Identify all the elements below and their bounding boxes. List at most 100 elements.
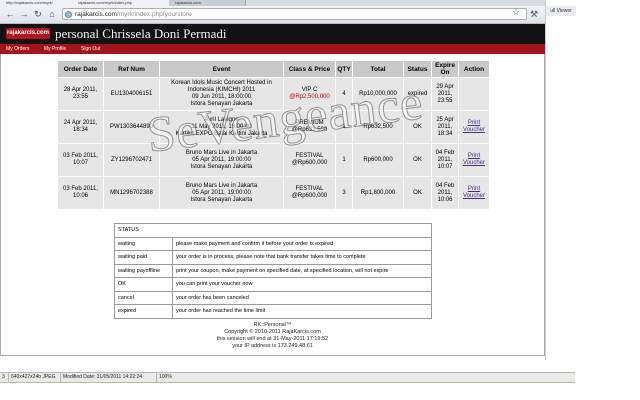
col-class-price: Class & Price	[283, 60, 336, 78]
status-legend-title: STATUS	[113, 223, 433, 238]
total: Rp1,800,000	[352, 176, 404, 210]
expire-on: 04 Feb 2011, 10:06	[431, 176, 459, 210]
status-name: cancel	[114, 290, 173, 305]
ticket-class: PREMIUM	[295, 120, 324, 126]
total: Rp10,000,000	[352, 77, 404, 111]
url-host: rajakarcis.com	[75, 11, 117, 18]
status-image-info: 640x427x24b JPEG	[8, 373, 55, 382]
status-description: you can print your voucher now	[171, 277, 433, 292]
wrench-icon[interactable]: ⚒	[530, 8, 538, 20]
footer-copyright: Copyright © 2010-2011 RajaKarcis.com	[224, 329, 321, 335]
class-price-cell: FESTIVAL @Rp600,000	[283, 176, 336, 210]
list-item: expired your order has reached the time …	[114, 304, 433, 319]
table-row: 24 Apr 2011, 18:34 PW1303644890 Avril La…	[57, 110, 490, 144]
menu-sign-out[interactable]: Sign Out	[81, 44, 100, 54]
qty: 3	[335, 176, 353, 210]
viewer-side-label[interactable]: ull Viewer	[546, 6, 576, 16]
status-description: your order has been canceled	[171, 290, 433, 305]
qty: 1	[335, 143, 353, 177]
event-venue: Istora Senayan Jakarta	[190, 101, 253, 107]
status-modified-date: Modified Date: 31/05/2011 14:22:24	[60, 373, 142, 382]
viewer-status-bar: 3 640x427x24b JPEG Modified Date: 31/05/…	[0, 372, 575, 383]
site-menu: My Orders My Profile Sign Out	[0, 44, 545, 54]
col-expire-on: Expire On	[431, 60, 459, 78]
forward-arrow-icon[interactable]: →	[18, 8, 30, 20]
class-price-cell: FESTIVAL @Rp600,000	[283, 143, 336, 177]
event-cell: Bruno Mars Live in Jakarta 05 Apr 2011, …	[159, 143, 284, 177]
table-row: 28 Apr 2011, 23:55 EU1304006151 Korean I…	[57, 77, 490, 111]
event-cell: Bruno Mars Live in Jakarta 05 Apr 2011, …	[159, 176, 284, 210]
ref-num: ZY1296702471	[103, 143, 160, 177]
class-price-cell: PREMIUM @Rp632,500	[283, 110, 336, 144]
print-voucher-link[interactable]: Print Voucher	[463, 120, 485, 133]
status-description: print your coupon, make payment on speci…	[171, 263, 433, 278]
home-icon[interactable]: ⌂	[46, 8, 58, 20]
total: Rp600,000	[352, 143, 404, 177]
action-cell: Print Voucher	[458, 143, 490, 177]
expire-on: 04 Feb 2011, 10:07	[431, 143, 459, 177]
list-item: waiting paid your order is in process, p…	[114, 250, 433, 265]
status-legend-table: STATUS waiting please make payment and c…	[113, 223, 433, 319]
status-badge: OK	[403, 176, 432, 210]
status-description: please make payment and confirm it befor…	[171, 236, 433, 251]
status-badge: OK	[403, 143, 432, 177]
ticket-price: @Rp600,000	[291, 193, 328, 199]
ref-num: MN1296702388	[103, 176, 160, 210]
menu-my-orders[interactable]: My Orders	[6, 44, 29, 54]
bookmark-star-icon[interactable]: ☆	[512, 6, 520, 18]
print-voucher-link[interactable]: Print Voucher	[463, 153, 485, 166]
col-action: Action	[458, 60, 490, 78]
page-title: personal Chrissela Doni Permadi	[55, 26, 227, 41]
footer-brand: RK::Personal™	[253, 322, 292, 328]
event-name: Bruno Mars Live in Jakarta	[185, 182, 258, 189]
event-cell: Korean Idols Music Concert Hosted in Ind…	[159, 77, 284, 111]
action-cell: Print Voucher	[458, 110, 490, 144]
order-date: 03 Feb 2011, 10:07	[57, 143, 104, 177]
status-badge: OK	[403, 110, 432, 144]
status-badge: expired	[403, 77, 432, 111]
class-price-cell: VIP C @Rp2,500,000	[283, 77, 336, 111]
col-order-date: Order Date	[57, 60, 104, 78]
ref-num: EU1304006151	[103, 77, 160, 111]
browser-toolbar: ← → ↻ ⌂ rajakarcis.com/myrk/index.php/yo…	[0, 6, 545, 24]
col-total: Total	[352, 60, 404, 78]
address-bar[interactable]: rajakarcis.com/myrk/index.php/yourstore	[62, 8, 527, 20]
expire-on: 29 Apr 2011, 23:55	[431, 77, 459, 111]
event-date: 05 Apr 2011, 19:00:00	[192, 156, 251, 163]
event-date: 09 Jun 2011, 18:00:00	[191, 94, 252, 100]
event-name-2: Indonesia (KIMCHI) 2011	[187, 87, 256, 93]
print-voucher-link[interactable]: Print Voucher	[463, 186, 485, 199]
site-header: rajakarcis.com personal Chrissela Doni P…	[0, 24, 545, 44]
ticket-class: FESTIVAL	[295, 153, 324, 159]
table-row: 03 Feb 2011, 10:07 ZY1296702471 Bruno Ma…	[57, 143, 490, 177]
list-item: cancel your order has been canceled	[114, 290, 433, 305]
event-cell: Avril Lavigne 11 May 2011, 19:00:00 Kart…	[159, 110, 284, 144]
footer-ip: your IP address is 173.249.48.61	[232, 343, 313, 349]
event-date: 05 Apr 2011, 19:00:00	[192, 189, 251, 196]
event-venue: Kartika EXPO Balai Kartini Jakarta	[175, 130, 268, 137]
footer-session: this session will end at 31-May-2011 17:…	[216, 336, 329, 342]
back-arrow-icon[interactable]: ←	[4, 8, 16, 20]
total: Rp632,500	[352, 110, 404, 144]
list-item: waiting payoffline print your coupon, ma…	[114, 263, 433, 278]
col-event: Event	[159, 60, 284, 78]
page-footer: RK::Personal™ Copyright © 2010-2011 Raja…	[0, 322, 545, 350]
ticket-class: VIP C	[301, 87, 318, 93]
event-date: 11 May 2011, 19:00:00	[191, 123, 252, 130]
event-name: Korean Idols Music Concert Hosted in	[171, 80, 272, 86]
site-info-icon[interactable]	[65, 11, 72, 18]
status-index: 3	[2, 374, 5, 380]
col-status: Status	[403, 60, 432, 78]
table-row: 03 Feb 2011, 10:06 MN1296702388 Bruno Ma…	[57, 176, 490, 210]
reload-icon[interactable]: ↻	[32, 8, 44, 20]
order-date: 24 Apr 2011, 18:34	[57, 110, 104, 144]
status-name: OK	[114, 277, 173, 292]
order-date: 03 Feb 2011, 10:06	[57, 176, 104, 210]
menu-my-profile[interactable]: My Profile	[44, 44, 66, 54]
list-item: OK you can print your voucher now	[114, 277, 433, 292]
site-logo[interactable]: rajakarcis.com	[6, 28, 50, 39]
status-name: waiting paid	[114, 250, 173, 265]
col-qty: QTY	[335, 60, 353, 78]
ticket-price: @Rp2,500,000	[289, 94, 330, 100]
status-name: waiting	[114, 236, 173, 251]
